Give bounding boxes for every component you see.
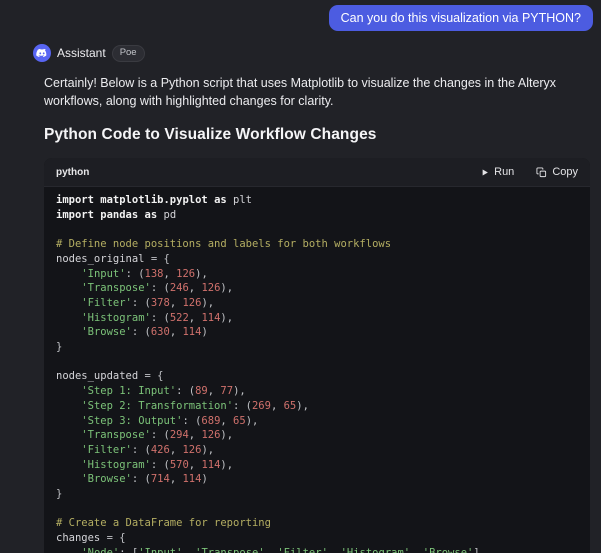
code-line bbox=[56, 222, 578, 237]
code-line: } bbox=[56, 487, 578, 502]
code-line bbox=[56, 502, 578, 517]
copy-button-label: Copy bbox=[552, 166, 578, 178]
code-language-label: python bbox=[56, 167, 89, 178]
code-line: 'Transpose': (246, 126), bbox=[56, 281, 578, 296]
code-line: 'Histogram': (570, 114), bbox=[56, 458, 578, 473]
run-button[interactable]: Run bbox=[480, 166, 514, 178]
chat-page: Can you do this visualization via PYTHON… bbox=[0, 0, 601, 553]
code-line: 'Step 1: Input': (89, 77), bbox=[56, 384, 578, 399]
code-line: 'Input': (138, 126), bbox=[56, 267, 578, 282]
code-content[interactable]: import matplotlib.pyplot as pltimport pa… bbox=[44, 187, 590, 553]
copy-button[interactable]: Copy bbox=[536, 166, 578, 178]
user-message-bubble: Can you do this visualization via PYTHON… bbox=[329, 5, 593, 31]
code-line: nodes_original = { bbox=[56, 252, 578, 267]
bot-name: Assistant bbox=[57, 46, 106, 60]
user-message-row: Can you do this visualization via PYTHON… bbox=[0, 0, 601, 31]
copy-icon bbox=[536, 167, 547, 178]
code-line: 'Histogram': (522, 114), bbox=[56, 311, 578, 326]
code-line: 'Node': ['Input', 'Transpose', 'Filter',… bbox=[56, 546, 578, 553]
code-line: 'Step 2: Transformation': (269, 65), bbox=[56, 399, 578, 414]
code-line: 'Browse': (630, 114) bbox=[56, 325, 578, 340]
code-line: changes = { bbox=[56, 531, 578, 546]
code-line: 'Filter': (426, 126), bbox=[56, 443, 578, 458]
section-heading: Python Code to Visualize Workflow Change… bbox=[44, 126, 590, 144]
run-button-label: Run bbox=[494, 166, 514, 178]
code-line: 'Transpose': (294, 126), bbox=[56, 428, 578, 443]
assistant-intro-text: Certainly! Below is a Python script that… bbox=[44, 74, 590, 110]
code-block-header: python Run bbox=[44, 158, 590, 187]
code-line: 'Browse': (714, 114) bbox=[56, 472, 578, 487]
code-line: 'Filter': (378, 126), bbox=[56, 296, 578, 311]
code-line: import pandas as pd bbox=[56, 208, 578, 223]
code-line: nodes_updated = { bbox=[56, 369, 578, 384]
poe-badge: Poe bbox=[112, 45, 145, 62]
code-line bbox=[56, 355, 578, 370]
bot-header[interactable]: Assistant Poe bbox=[33, 44, 590, 62]
play-icon bbox=[480, 168, 489, 177]
assistant-message: Assistant Poe Certainly! Below is a Pyth… bbox=[0, 44, 601, 553]
code-actions: Run Copy bbox=[480, 166, 578, 178]
code-block: python Run bbox=[44, 158, 590, 553]
code-line: # Define node positions and labels for b… bbox=[56, 237, 578, 252]
assistant-avatar-icon bbox=[33, 44, 51, 62]
code-line: # Create a DataFrame for reporting bbox=[56, 516, 578, 531]
code-line: } bbox=[56, 340, 578, 355]
code-line: 'Step 3: Output': (689, 65), bbox=[56, 414, 578, 429]
code-line: import matplotlib.pyplot as plt bbox=[56, 193, 578, 208]
